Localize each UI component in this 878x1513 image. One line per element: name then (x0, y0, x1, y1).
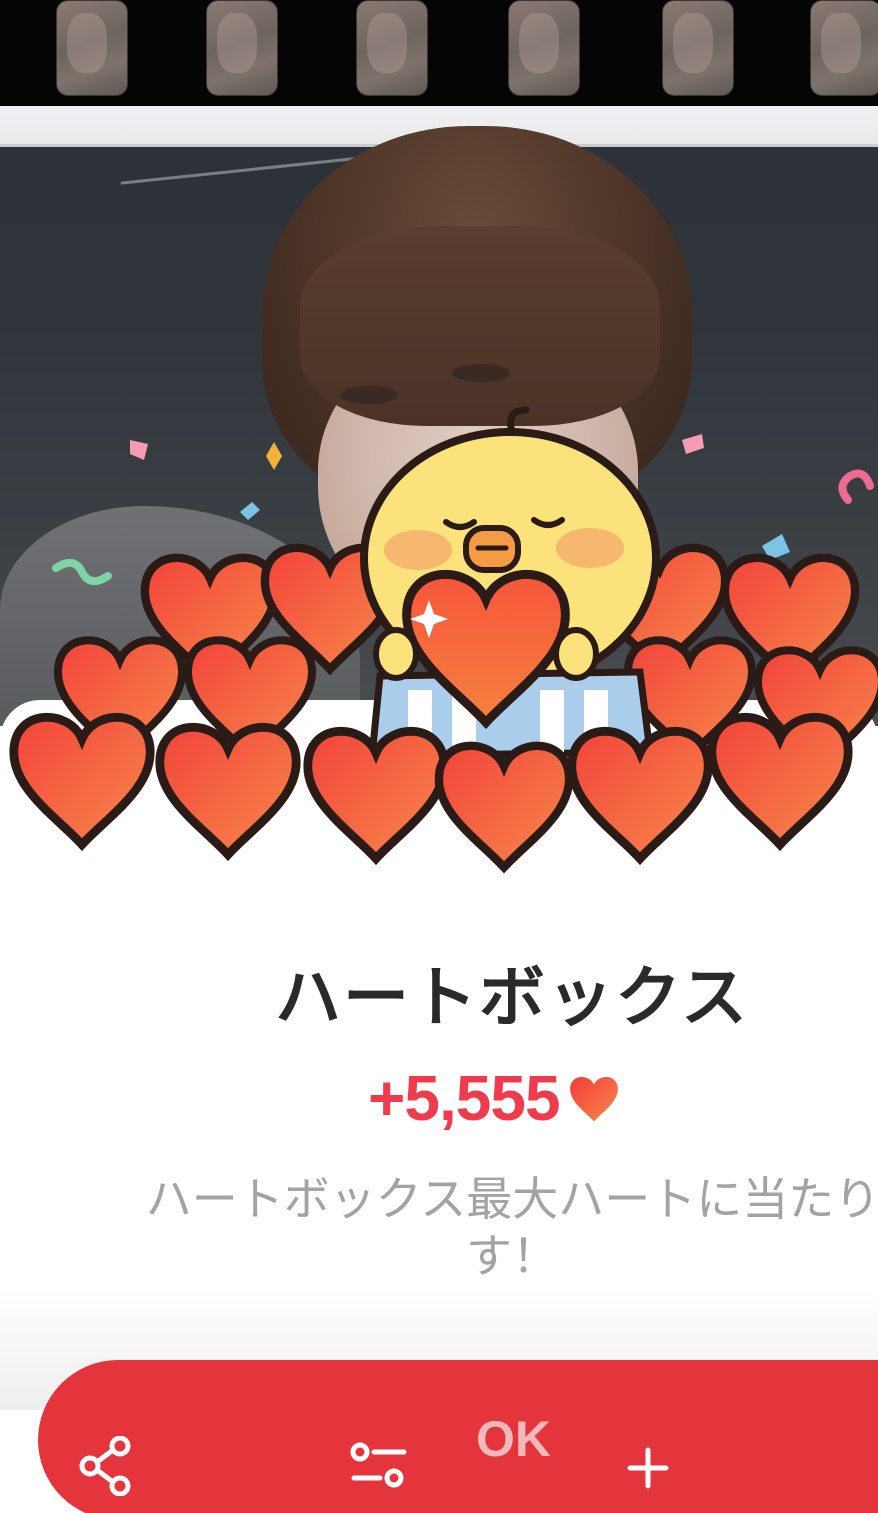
settings-sliders-icon[interactable] (350, 1440, 408, 1490)
guest-thumbnail[interactable] (356, 0, 428, 96)
guest-thumbnail[interactable] (56, 0, 128, 96)
heart-icon (569, 1076, 618, 1122)
guest-thumbnail-strip (0, 0, 878, 106)
heart-box-illustration (0, 406, 878, 900)
reward-title: ハートボックス (274, 959, 750, 1036)
guest-thumbnail[interactable] (508, 0, 580, 96)
ok-button[interactable] (38, 1360, 878, 1513)
reward-amount: +5,555 (368, 1062, 561, 1134)
share-icon[interactable] (78, 1436, 134, 1496)
guest-thumbnail[interactable] (206, 0, 278, 96)
ok-button-label: OK (476, 1411, 551, 1467)
plus-icon[interactable] (626, 1446, 670, 1490)
reward-amount-row: +5,555 (368, 1058, 622, 1138)
reward-description-line1: ハートボックス最大ハートに当たり (145, 1172, 878, 1226)
heart-box-reward-screen: ハートボックス +5,555 ハートボックス最大ハートに当たり す！ OK (0, 0, 878, 1513)
guest-thumbnail[interactable] (810, 0, 878, 96)
reward-description-line2: す！ (466, 1229, 558, 1283)
guest-thumbnail[interactable] (662, 0, 734, 96)
